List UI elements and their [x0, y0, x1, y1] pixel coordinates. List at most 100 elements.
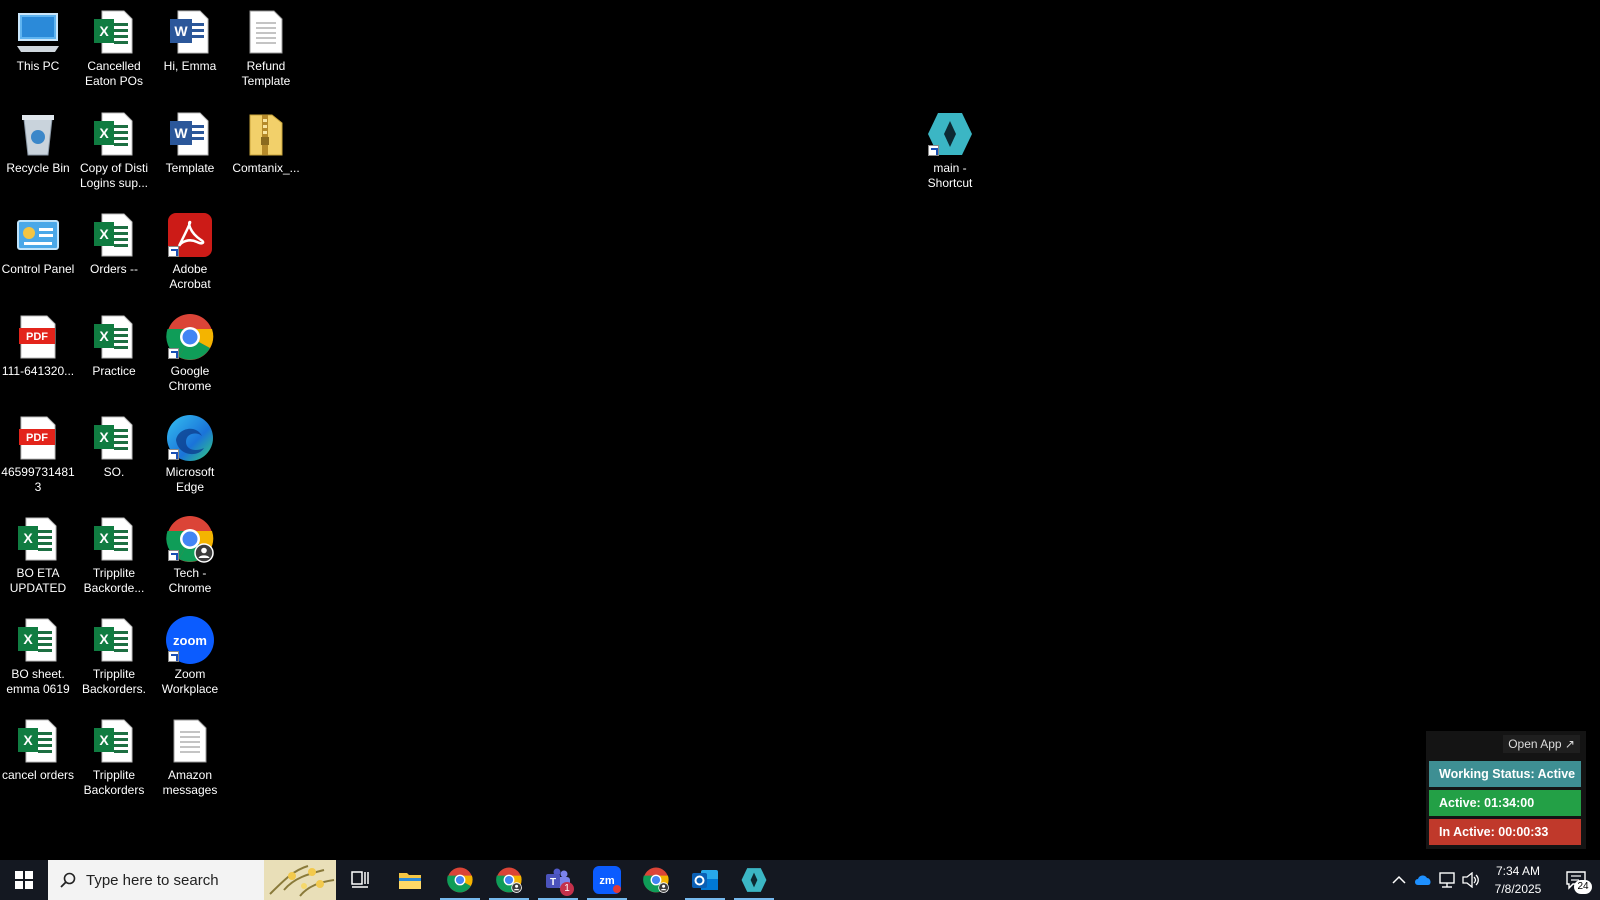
pdf-file-icon: PDF	[14, 414, 62, 462]
task-view-icon	[351, 871, 369, 888]
svg-text:PDF: PDF	[26, 432, 48, 444]
desktop-icon-pdf-465[interactable]: PDF 465997314813	[0, 414, 76, 495]
desktop-icon-this-pc[interactable]: This PC	[0, 8, 76, 74]
teams-notification-badge: 1	[560, 882, 574, 896]
desktop-icon-label: BO ETA UPDATED	[9, 566, 67, 595]
zip-folder-icon	[242, 110, 290, 158]
time-tracker-widget: Open App ↗ Working Status: Active Active…	[1426, 731, 1586, 849]
search-input[interactable]	[84, 870, 268, 890]
desktop-icon-tripplite-backorde[interactable]: X Tripplite Backorde...	[76, 515, 152, 596]
taskbar-chrome-profile[interactable]	[489, 860, 529, 900]
desktop-icon-bo-sheet[interactable]: X BO sheet. emma 0619	[0, 616, 76, 697]
excel-file-icon: X	[90, 8, 138, 56]
desktop-icon-cancel-orders[interactable]: X cancel orders	[0, 717, 76, 783]
desktop-icon-label: cancel orders	[1, 768, 75, 782]
onedrive-cloud-icon[interactable]	[1413, 870, 1433, 890]
svg-text:PDF: PDF	[26, 331, 48, 343]
desktop-icon-label: Zoom Workplace	[161, 667, 219, 696]
shortcut-arrow-icon	[168, 449, 179, 460]
open-app-button[interactable]: Open App ↗	[1503, 735, 1580, 753]
excel-file-icon: X	[90, 211, 138, 259]
desktop-icon-refund-template[interactable]: Refund Template	[228, 8, 304, 89]
shortcut-arrow-icon	[928, 145, 939, 156]
taskbar-chrome-2[interactable]	[636, 860, 676, 900]
excel-file-icon: X	[90, 110, 138, 158]
desktop-icon-zoom-workplace[interactable]: zoom Zoom Workplace	[152, 616, 228, 697]
taskbar-chrome[interactable]	[440, 860, 480, 900]
desktop-icon-comtanix-zip[interactable]: Comtanix_...	[228, 110, 304, 176]
svg-text:zoom: zoom	[173, 633, 207, 648]
shortcut-arrow-icon	[168, 651, 179, 662]
desktop-icon-tripplite-backorders[interactable]: X Tripplite Backorders	[76, 717, 152, 798]
chrome-icon	[166, 313, 214, 361]
desktop-icon-recycle-bin[interactable]: Recycle Bin	[0, 110, 76, 176]
desktop-icon-bo-eta-updated[interactable]: X BO ETA UPDATED	[0, 515, 76, 596]
svg-text:X: X	[99, 226, 109, 242]
desktop-icon-adobe-acrobat[interactable]: Adobe Acrobat	[152, 211, 228, 292]
excel-file-icon: X	[90, 313, 138, 361]
desktop-icon-tech-chrome[interactable]: Tech - Chrome	[152, 515, 228, 596]
clock-time: 7:34 AM	[1495, 864, 1541, 878]
desktop-icon-label: Hi, Emma	[163, 59, 217, 73]
task-view-button[interactable]	[340, 860, 380, 900]
zoom-icon: zm	[593, 866, 621, 894]
desktop-icon-so[interactable]: X SO.	[76, 414, 152, 480]
desktop-icon-main-shortcut[interactable]: main - Shortcut	[912, 110, 988, 191]
desktop-icon-label: Tripplite Backorde...	[83, 566, 145, 595]
show-hidden-icons-chevron-icon[interactable]	[1389, 870, 1409, 890]
desktop-icon-template[interactable]: W Template	[152, 110, 228, 176]
desktop-icon-copy-of-disti[interactable]: X Copy of Disti Logins sup...	[76, 110, 152, 191]
desktop-icon-hi-emma[interactable]: W Hi, Emma	[152, 8, 228, 74]
shortcut-arrow-icon	[168, 550, 179, 561]
app-diamond-icon	[926, 110, 974, 158]
taskbar-outlook[interactable]	[685, 860, 725, 900]
desktop-icon-label: This PC	[16, 59, 60, 73]
control-panel-icon	[14, 211, 62, 259]
desktop-icon-tripplite-backorders-dot[interactable]: X Tripplite Backorders.	[76, 616, 152, 697]
chrome-profile-icon	[166, 515, 214, 563]
desktop-icon-label: Template	[165, 161, 215, 175]
desktop-icon-label: BO sheet. emma 0619	[6, 667, 70, 696]
volume-icon[interactable]	[1461, 870, 1481, 890]
svg-text:X: X	[99, 732, 109, 748]
svg-text:X: X	[99, 125, 109, 141]
excel-file-icon: X	[14, 616, 62, 664]
action-center-button[interactable]: 24	[1556, 860, 1596, 900]
desktop-icon-label: Refund Template	[241, 59, 291, 88]
taskbar-zoom[interactable]: zm	[587, 860, 627, 900]
desktop-icon-label: Comtanix_...	[232, 161, 300, 175]
chrome-profile-icon	[496, 867, 522, 893]
desktop-icon-pdf-111[interactable]: PDF 111-641320...	[0, 313, 76, 379]
taskbar-clock[interactable]: 7:34 AM 7/8/2025	[1480, 862, 1556, 898]
network-icon[interactable]	[1437, 870, 1457, 890]
desktop-icon-orders[interactable]: X Orders --	[76, 211, 152, 277]
desktop-icon-label: Cancelled Eaton POs	[84, 59, 144, 88]
desktop: This PC Recycle Bin Control Panel PDF 11…	[0, 0, 1600, 860]
word-file-icon: W	[166, 110, 214, 158]
desktop-icon-label: 465997314813	[1, 465, 75, 494]
computer-icon	[14, 8, 62, 56]
desktop-icon-label: Recycle Bin	[6, 161, 70, 175]
desktop-icon-amazon-messages[interactable]: Amazon messages	[152, 717, 228, 798]
taskbar-file-explorer[interactable]	[390, 860, 430, 900]
outlook-icon	[692, 870, 718, 890]
desktop-icon-control-panel[interactable]: Control Panel	[0, 211, 76, 277]
clock-date: 7/8/2025	[1494, 882, 1542, 896]
taskbar-teams[interactable]: T 1	[538, 860, 578, 900]
desktop-icon-cancelled-eaton-pos[interactable]: X Cancelled Eaton POs	[76, 8, 152, 89]
taskbar-main-app[interactable]	[734, 860, 774, 900]
desktop-icon-google-chrome[interactable]: Google Chrome	[152, 313, 228, 394]
excel-file-icon: X	[14, 515, 62, 563]
desktop-icon-microsoft-edge[interactable]: Microsoft Edge	[152, 414, 228, 495]
start-button[interactable]	[0, 860, 48, 900]
svg-text:W: W	[174, 125, 188, 141]
svg-text:W: W	[174, 23, 188, 39]
taskbar-search-box[interactable]	[48, 860, 336, 900]
windows-logo-icon	[15, 871, 33, 889]
search-highlight-illustration-icon[interactable]	[264, 860, 336, 900]
svg-text:T: T	[550, 877, 556, 888]
zoom-icon: zoom	[166, 616, 214, 664]
text-file-icon	[242, 8, 290, 56]
desktop-icon-practice[interactable]: X Practice	[76, 313, 152, 379]
shortcut-arrow-icon	[168, 348, 179, 359]
